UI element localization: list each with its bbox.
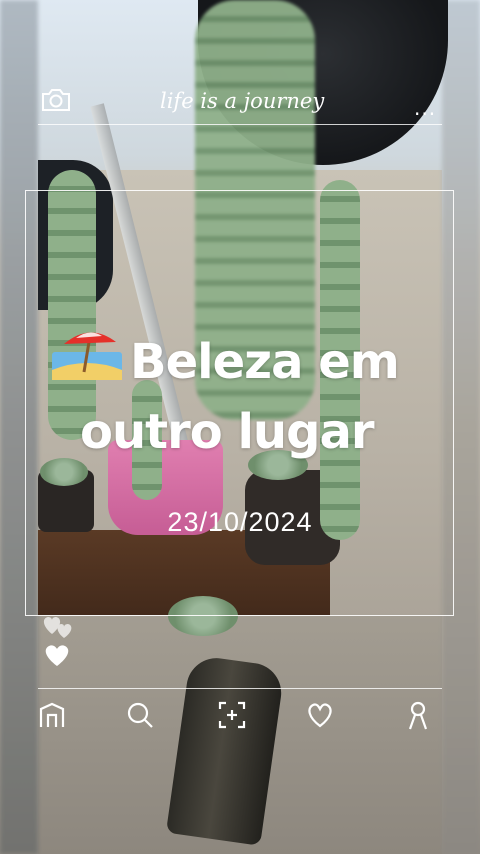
nav-likes-button[interactable] [302, 696, 338, 734]
nav-profile-button[interactable] [400, 696, 436, 734]
reactions[interactable] [38, 612, 82, 672]
nav-add-button[interactable] [214, 696, 250, 734]
nav-home-button[interactable] [34, 696, 70, 734]
nav-divider [38, 688, 442, 689]
bottom-nav [38, 696, 442, 740]
caption-line-2: outro lugar [80, 404, 375, 460]
heart-outline-icon [308, 703, 332, 728]
home-icon [39, 702, 65, 727]
story-caption: Beleza em outro lugar [48, 322, 448, 467]
header-title-text: life is a journey [160, 89, 325, 113]
header-title: life is a journey [156, 80, 336, 120]
camera-button[interactable] [40, 86, 72, 114]
story-date: 23/10/2024 [167, 507, 313, 537]
nav-search-button[interactable] [122, 696, 158, 734]
search-icon [127, 702, 153, 728]
header-divider [38, 124, 442, 125]
beach-umbrella-emoji [52, 332, 122, 380]
profile-icon [408, 701, 428, 730]
heart-stack-icon [43, 617, 72, 638]
camera-icon [42, 89, 70, 111]
add-capture-icon [218, 701, 246, 729]
heart-icon [45, 645, 69, 666]
more-button[interactable]: ... [414, 96, 436, 120]
caption-line-1: Beleza em [130, 334, 400, 390]
